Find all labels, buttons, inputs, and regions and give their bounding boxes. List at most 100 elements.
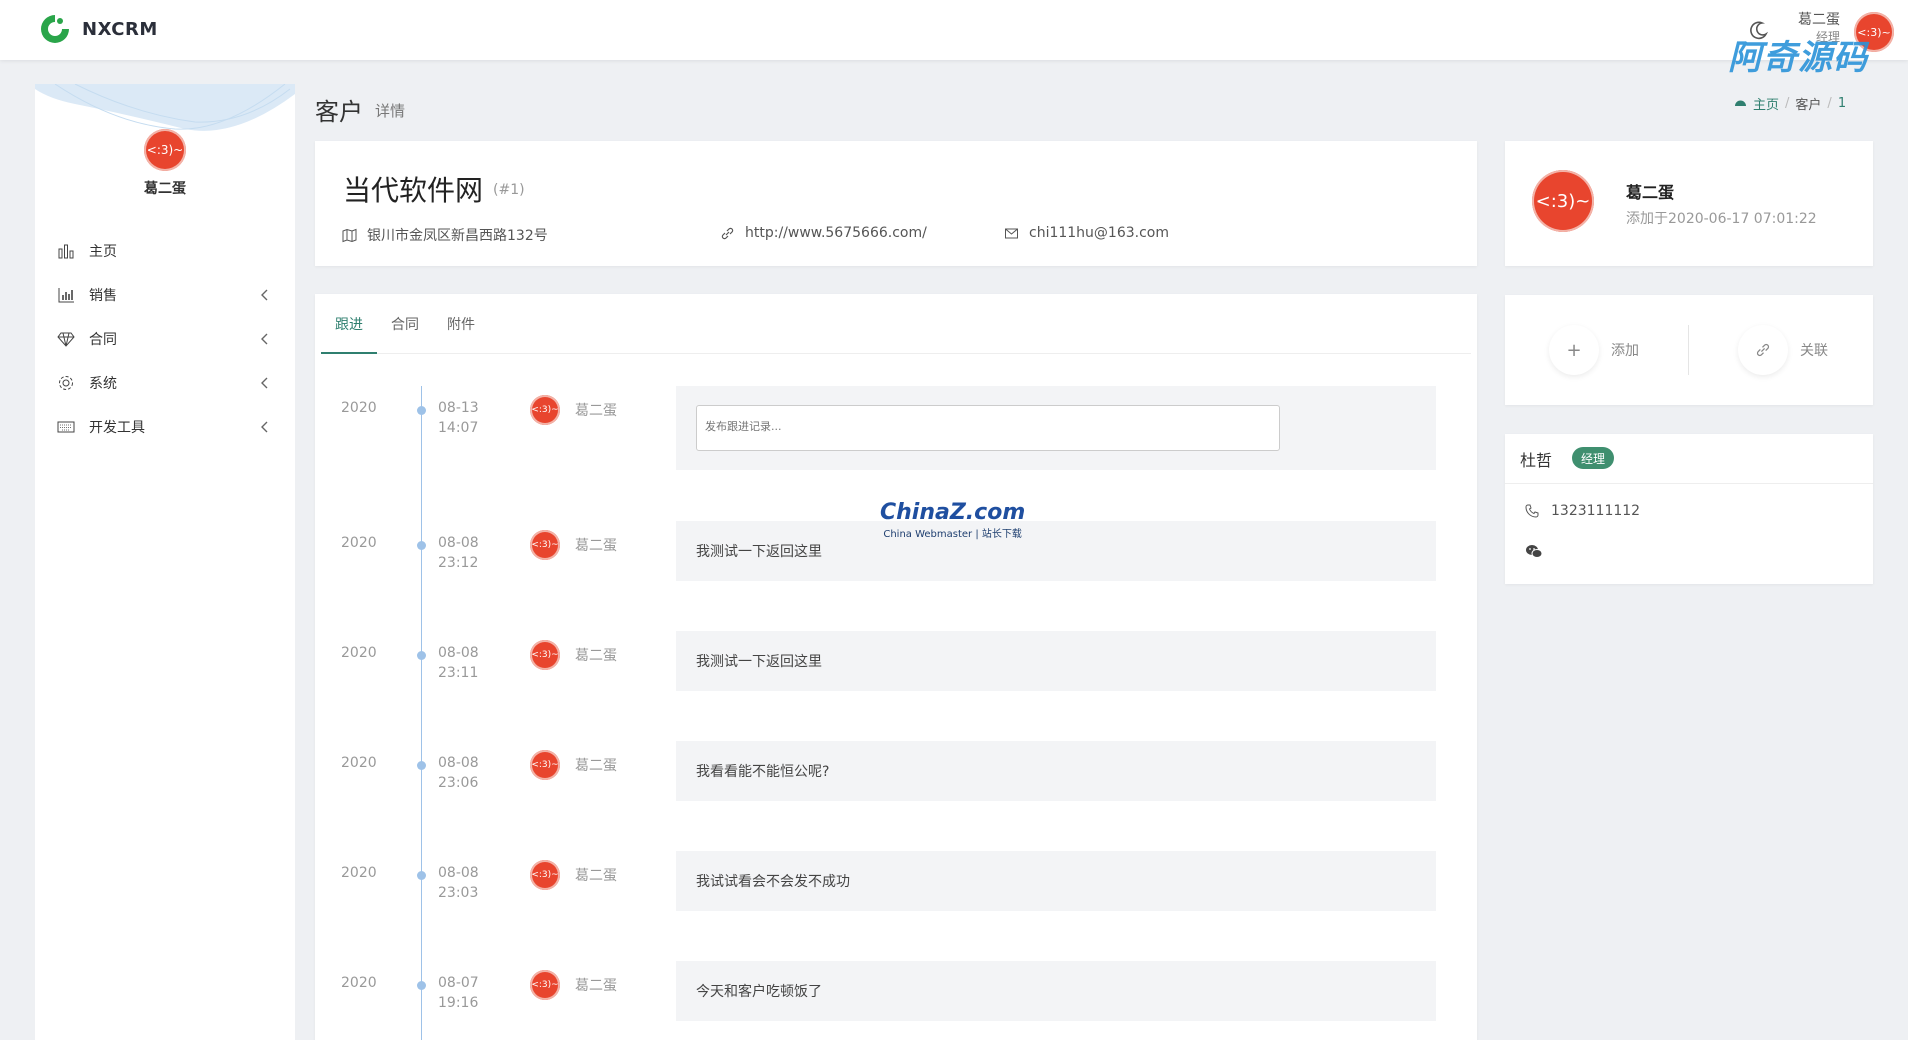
entry-year: 2020	[341, 975, 377, 991]
entry-date: 08-07	[438, 975, 479, 991]
customer-address-text: 银川市金凤区新昌西路132号	[367, 228, 548, 244]
entry-user: 葛二蛋	[575, 648, 617, 664]
dashboard-icon	[1735, 100, 1746, 106]
tab-followup[interactable]: 跟进	[321, 294, 377, 354]
tab-attachment[interactable]: 附件	[433, 294, 489, 354]
sidebar-item-system[interactable]: 系统	[35, 361, 295, 405]
chevron-left-icon	[261, 333, 268, 345]
followup-card: 跟进 合同 附件 2020 08-13 14:07 <:3)~ 葛二蛋 2020…	[315, 294, 1477, 1040]
entry-avatar[interactable]: <:3)~	[530, 395, 560, 425]
contact-header: 杜哲 经理	[1505, 434, 1873, 484]
timeline-dot	[417, 871, 426, 880]
owner-name: 葛二蛋	[1626, 183, 1675, 202]
contact-phone[interactable]: 1323111112	[1525, 503, 1640, 519]
entry-avatar[interactable]: <:3)~	[530, 970, 560, 1000]
sidebar-item-label: 销售	[89, 288, 117, 304]
sidebar: <:3)~ 葛二蛋 主页 销售 合同 系统 开发工具	[35, 84, 295, 1040]
sidebar-item-label: 主页	[89, 244, 117, 260]
entry-time: 23:11	[438, 665, 479, 681]
customer-website-text[interactable]: http://www.5675666.com/	[745, 225, 927, 241]
customer-email[interactable]: chi111hu@163.com	[1004, 225, 1169, 241]
bar-chart-icon	[58, 244, 74, 259]
customer-id: (#1)	[493, 182, 525, 198]
entry-datetime: 08-07 19:16	[438, 973, 479, 1013]
customer-email-text[interactable]: chi111hu@163.com	[1029, 225, 1169, 241]
entry-content: 我试试看会不会发不成功	[676, 851, 1436, 911]
entry-datetime: 08-08 23:03	[438, 863, 479, 903]
link-icon	[721, 227, 734, 239]
entry-avatar[interactable]: <:3)~	[530, 860, 560, 890]
entry-time: 19:16	[438, 995, 479, 1011]
entry-time: 23:06	[438, 775, 479, 791]
watermark-sub: China Webmaster | 站长下载	[883, 529, 1022, 540]
column-chart-icon	[58, 288, 74, 303]
entry-content: 我看看能不能恒公呢?	[676, 741, 1436, 801]
sidebar-item-label: 系统	[89, 376, 117, 392]
entry-content: 我测试一下返回这里	[676, 631, 1436, 691]
sidebar-item-home[interactable]: 主页	[35, 229, 295, 273]
entry-avatar[interactable]: <:3)~	[530, 530, 560, 560]
entry-time: 23:12	[438, 555, 479, 571]
sidebar-item-contract[interactable]: 合同	[35, 317, 295, 361]
link-icon	[1738, 325, 1788, 375]
avatar-text: <:3)~	[146, 143, 184, 157]
divider	[1688, 325, 1689, 375]
sidebar-item-sales[interactable]: 销售	[35, 273, 295, 317]
link-button[interactable]: 关联	[1738, 325, 1828, 375]
timeline-dot	[417, 981, 426, 990]
entry-date: 08-08	[438, 865, 479, 881]
entry-year: 2020	[341, 865, 377, 881]
entry-year: 2020	[341, 645, 377, 661]
top-bar: NXCRM 葛二蛋 经理 <:3)~ 阿奇源码	[0, 0, 1908, 78]
diamond-icon	[57, 332, 75, 347]
followup-input-box	[676, 386, 1436, 470]
gear-icon	[59, 376, 73, 390]
tab-contract[interactable]: 合同	[377, 294, 433, 354]
entry-date: 08-08	[438, 535, 479, 551]
timeline-dot	[417, 541, 426, 550]
entry-user: 葛二蛋	[575, 978, 617, 994]
sidebar-nav: 主页 销售 合同 系统 开发工具	[35, 229, 295, 449]
followup-input[interactable]	[696, 405, 1280, 451]
customer-name: 当代软件网	[343, 174, 484, 207]
timeline-line	[421, 386, 422, 1040]
customer-address: 银川市金凤区新昌西路132号	[342, 225, 548, 245]
sidebar-user-name: 葛二蛋	[144, 181, 186, 197]
entry-datetime: 08-13 14:07	[438, 398, 479, 438]
app-logo-icon	[41, 15, 69, 43]
breadcrumb-current: 1	[1837, 96, 1847, 111]
sidebar-item-devtools[interactable]: 开发工具	[35, 405, 295, 449]
entry-user: 葛二蛋	[575, 538, 617, 554]
keyboard-icon	[57, 421, 75, 433]
plus-icon: +	[1549, 325, 1599, 375]
timeline-dot	[417, 651, 426, 660]
sidebar-item-label: 开发工具	[89, 420, 145, 436]
watermark-main: ChinaZ.com	[880, 500, 1026, 525]
wechat-icon[interactable]	[1525, 544, 1543, 559]
entry-year: 2020	[341, 400, 377, 416]
owner-avatar[interactable]: <:3)~	[1532, 170, 1594, 232]
page-subtitle: 详情	[375, 102, 406, 120]
entry-avatar[interactable]: <:3)~	[530, 750, 560, 780]
entry-content: 我测试一下返回这里	[676, 521, 1436, 581]
entry-user: 葛二蛋	[575, 758, 617, 774]
chevron-left-icon	[261, 421, 268, 433]
entry-avatar[interactable]: <:3)~	[530, 640, 560, 670]
entry-datetime: 08-08 23:11	[438, 643, 479, 683]
brand[interactable]: NXCRM	[38, 12, 158, 46]
entry-time: 14:07	[438, 420, 479, 436]
breadcrumb-section[interactable]: 客户	[1795, 94, 1821, 113]
chinaz-watermark: ChinaZ.com China Webmaster | 站长下载	[880, 500, 1025, 540]
phone-icon	[1525, 504, 1539, 518]
breadcrumb: 主页 / 客户 / 1	[1734, 94, 1846, 113]
contact-phone-text: 1323111112	[1551, 503, 1641, 519]
customer-website[interactable]: http://www.5675666.com/	[720, 225, 927, 241]
customer-card: 当代软件网 (#1) 银川市金凤区新昌西路132号 http://www.567…	[315, 141, 1477, 266]
breadcrumb-home[interactable]: 主页	[1753, 94, 1779, 113]
add-button[interactable]: + 添加	[1549, 325, 1639, 375]
breadcrumb-separator: /	[1827, 96, 1832, 111]
sidebar-avatar[interactable]: <:3)~	[144, 129, 186, 171]
entry-time: 23:03	[438, 885, 479, 901]
role-badge: 经理	[1572, 447, 1615, 469]
entry-date: 08-08	[438, 755, 479, 771]
